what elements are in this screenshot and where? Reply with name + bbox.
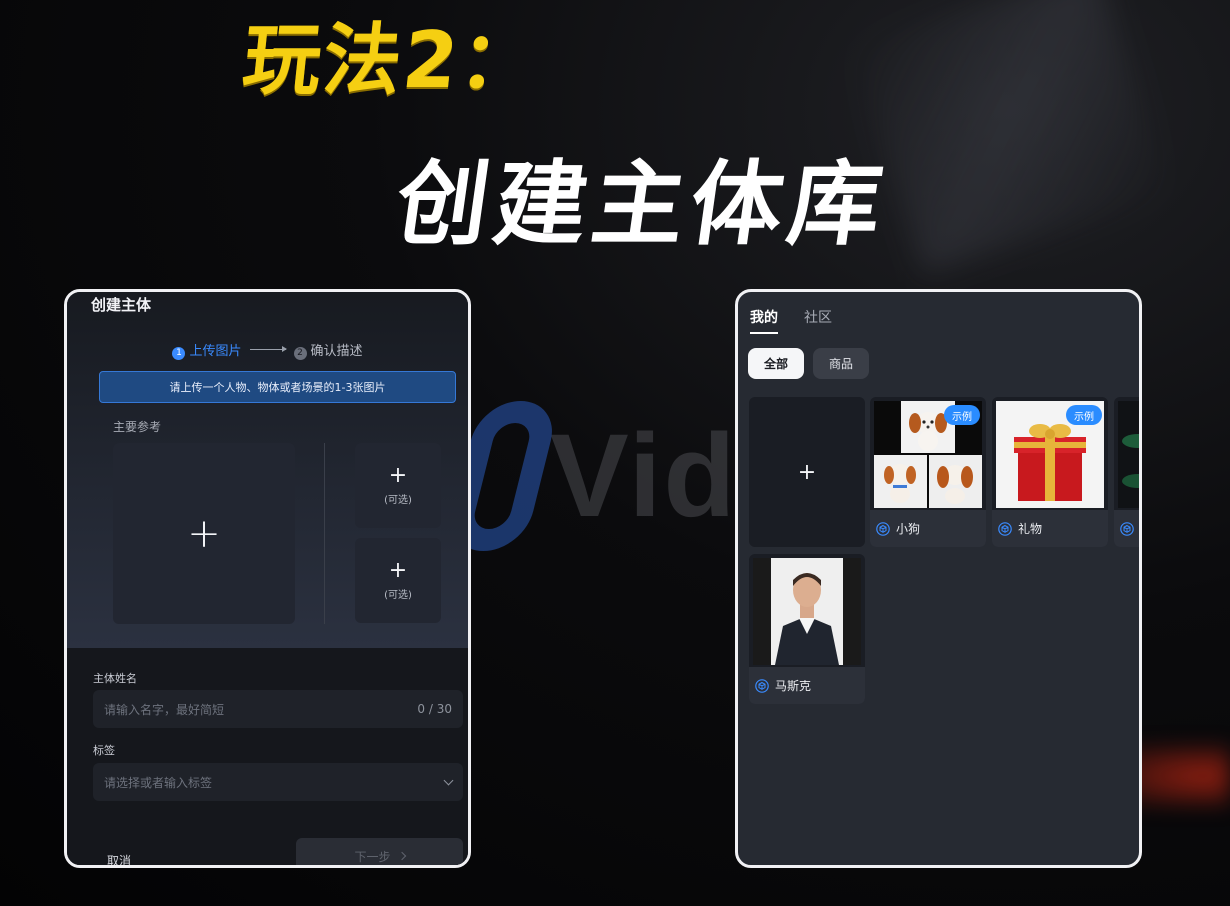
- subject-name-input[interactable]: 请输入名字，最好简短 0 / 30: [93, 690, 463, 728]
- next-step-button[interactable]: 下一步: [296, 838, 463, 865]
- tab-mine[interactable]: 我的: [750, 307, 778, 334]
- subject-name-label: 主体姓名: [93, 672, 137, 685]
- plus-icon: +: [797, 459, 817, 485]
- next-step-label: 下一步: [354, 849, 391, 864]
- card-caption: [1114, 510, 1139, 547]
- subject-name-placeholder: 请输入名字，最好简短: [104, 702, 225, 717]
- card-caption: 马斯克: [749, 667, 865, 704]
- card-name: 马斯克: [775, 679, 812, 693]
- headline-title: 玩法2：: [238, 16, 545, 106]
- optional-upload-slot-1[interactable]: + (可选): [355, 443, 441, 528]
- card-caption: 小狗: [870, 510, 986, 547]
- cube-icon: [755, 678, 769, 693]
- chevron-down-icon: [443, 775, 454, 785]
- card-name: 礼物: [1018, 522, 1043, 536]
- logo-text: Vid: [550, 410, 738, 542]
- tag-select[interactable]: 请选择或者输入标签: [93, 763, 463, 801]
- headline-subtitle: 创建主体库: [389, 151, 895, 258]
- plus-icon: +: [388, 463, 408, 488]
- add-subject-card[interactable]: +: [749, 397, 865, 547]
- upload-tip-banner: 请上传一个人物、物体或者场景的1-3张图片: [99, 371, 456, 403]
- cube-icon: [1120, 521, 1134, 536]
- background-logo: Vid: [443, 396, 752, 556]
- cube-icon: [998, 521, 1012, 536]
- example-badge: 示例: [944, 405, 980, 425]
- optional-label: (可选): [384, 495, 412, 506]
- divider: [324, 443, 325, 624]
- background-light-streak: [849, 0, 1171, 275]
- card-name: 小狗: [896, 522, 921, 536]
- cancel-button[interactable]: 取消: [107, 852, 131, 865]
- filter-chips: 全部 商品: [748, 348, 870, 379]
- main-reference-upload-slot[interactable]: +: [113, 443, 295, 624]
- portrait-image: [753, 558, 861, 665]
- plus-icon: +: [388, 558, 408, 583]
- step-arrow-icon: [249, 346, 287, 353]
- main-reference-label: 主要参考: [113, 420, 162, 434]
- card-caption: 礼物: [992, 510, 1108, 547]
- tag-placeholder: 请选择或者输入标签: [104, 775, 213, 790]
- library-tabs: 我的 社区: [750, 307, 832, 334]
- step-number: 1: [172, 346, 186, 360]
- subject-card-gift[interactable]: 示例 礼物: [992, 397, 1108, 547]
- step-number: 2: [293, 346, 307, 360]
- subject-card-musk[interactable]: 马斯克: [749, 554, 865, 704]
- filter-all[interactable]: 全部: [748, 348, 805, 379]
- optional-label: (可选): [384, 590, 412, 601]
- stepper: 1 上传图片 2 确认描述: [67, 340, 468, 360]
- subject-card-partial[interactable]: [1114, 397, 1139, 547]
- tab-community[interactable]: 社区: [804, 307, 832, 327]
- step-label: 上传图片: [189, 344, 242, 359]
- chevron-right-icon: [397, 851, 406, 861]
- example-badge: 示例: [1066, 405, 1102, 425]
- char-counter: 0 / 30: [417, 702, 452, 716]
- create-subject-panel: 创建主体 1 上传图片 2 确认描述 请上传一个人物、物体或者场景的1-3张图片 主…: [64, 289, 471, 868]
- tag-label: 标签: [93, 744, 115, 757]
- subject-library-panel: 我的 社区 全部 商品 + 示例 小狗 示例 礼物 马斯克: [735, 289, 1142, 868]
- car-image: [1118, 401, 1139, 508]
- cube-icon: [876, 521, 890, 536]
- optional-upload-slot-2[interactable]: + (可选): [355, 538, 441, 623]
- panel-title: 创建主体: [91, 296, 152, 314]
- step-confirm[interactable]: 2 确认描述: [293, 340, 363, 360]
- step-upload[interactable]: 1 上传图片: [172, 340, 242, 360]
- filter-products[interactable]: 商品: [813, 348, 870, 379]
- subject-card-puppy[interactable]: 示例 小狗: [870, 397, 986, 547]
- step-label: 确认描述: [310, 344, 363, 359]
- plus-icon: +: [187, 510, 221, 557]
- upload-section: 创建主体 1 上传图片 2 确认描述 请上传一个人物、物体或者场景的1-3张图片 主…: [67, 292, 468, 648]
